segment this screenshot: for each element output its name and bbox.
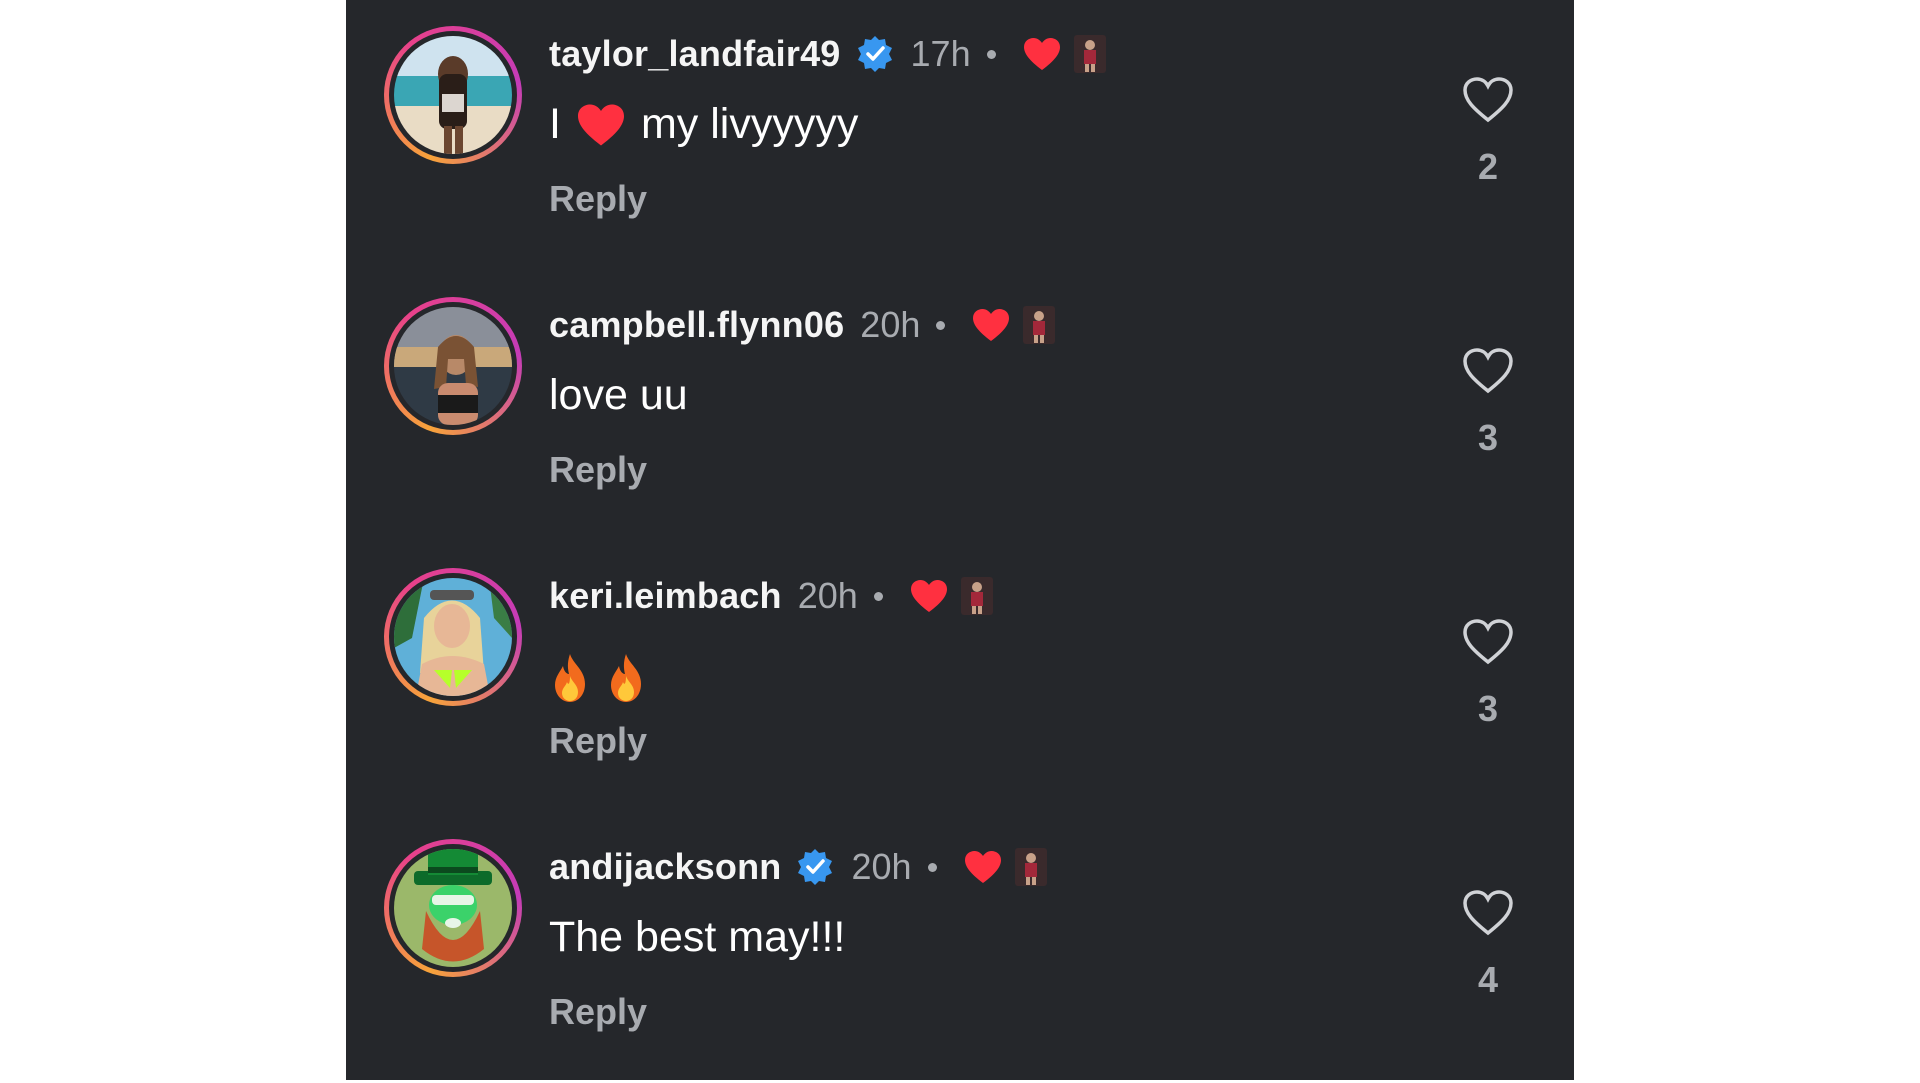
comment-text: The best may!!! [549, 913, 846, 961]
reply-button[interactable]: Reply [549, 178, 647, 220]
creator-avatar-icon [1014, 848, 1047, 886]
comment-item: taylor_landfair49 17h I my livyyyyy Repl… [346, 0, 1574, 270]
reply-button[interactable]: Reply [549, 720, 647, 762]
comments-panel: taylor_landfair49 17h I my livyyyyy Repl… [346, 0, 1574, 1080]
creator-liked-heart-icon [971, 307, 1011, 343]
avatar[interactable] [384, 568, 522, 706]
like-count: 4 [1477, 959, 1499, 1000]
comment-username[interactable]: andijacksonn [549, 846, 781, 888]
comment-text: love uu [549, 371, 688, 419]
comment-timestamp: 17h [910, 33, 971, 74]
like-heart-icon[interactable] [1462, 76, 1514, 124]
sunset-portrait-avatar [394, 307, 512, 425]
fire-icon [549, 652, 591, 704]
fire-icon [605, 652, 647, 704]
comment-timestamp: 20h [797, 575, 858, 616]
creator-avatar-icon [1073, 35, 1106, 73]
like-count: 2 [1477, 146, 1499, 187]
comment-username[interactable]: keri.leimbach [549, 575, 782, 617]
avatar[interactable] [384, 839, 522, 977]
separator-dot [986, 49, 996, 59]
creator-avatar-icon [960, 577, 993, 615]
comment-item: andijacksonn 20h The best may!!! Reply 4 [346, 813, 1574, 1083]
comment-item: keri.leimbach 20h Reply 3 [346, 542, 1574, 812]
like-count: 3 [1477, 417, 1499, 458]
separator-dot [927, 862, 937, 872]
comment-text: I my livyyyyy [549, 100, 859, 148]
separator-dot [936, 320, 946, 330]
poolside-portrait-avatar [394, 578, 512, 696]
avatar[interactable] [384, 297, 522, 435]
comment-username[interactable]: taylor_landfair49 [549, 33, 841, 75]
reply-button[interactable]: Reply [549, 991, 647, 1033]
red-heart-icon [575, 102, 627, 148]
comment-username[interactable]: campbell.flynn06 [549, 304, 844, 346]
creator-liked-heart-icon [1022, 36, 1062, 72]
like-count: 3 [1477, 688, 1499, 729]
like-heart-icon[interactable] [1462, 347, 1514, 395]
like-heart-icon[interactable] [1462, 618, 1514, 666]
creator-liked-heart-icon [909, 578, 949, 614]
creator-avatar-icon [1023, 306, 1056, 344]
verified-badge-icon [855, 34, 895, 74]
comment-text [549, 652, 661, 704]
verified-badge-icon [795, 847, 835, 887]
leprechaun-portrait-avatar [394, 849, 512, 967]
comment-timestamp: 20h [851, 846, 912, 887]
beach-portrait-avatar [394, 36, 512, 154]
avatar[interactable] [384, 26, 522, 164]
reply-button[interactable]: Reply [549, 449, 647, 491]
comment-timestamp: 20h [860, 304, 921, 345]
creator-liked-heart-icon [963, 849, 1003, 885]
comment-item: campbell.flynn06 20h love uu Reply 3 [346, 271, 1574, 541]
like-heart-icon[interactable] [1462, 889, 1514, 937]
separator-dot [873, 591, 883, 601]
